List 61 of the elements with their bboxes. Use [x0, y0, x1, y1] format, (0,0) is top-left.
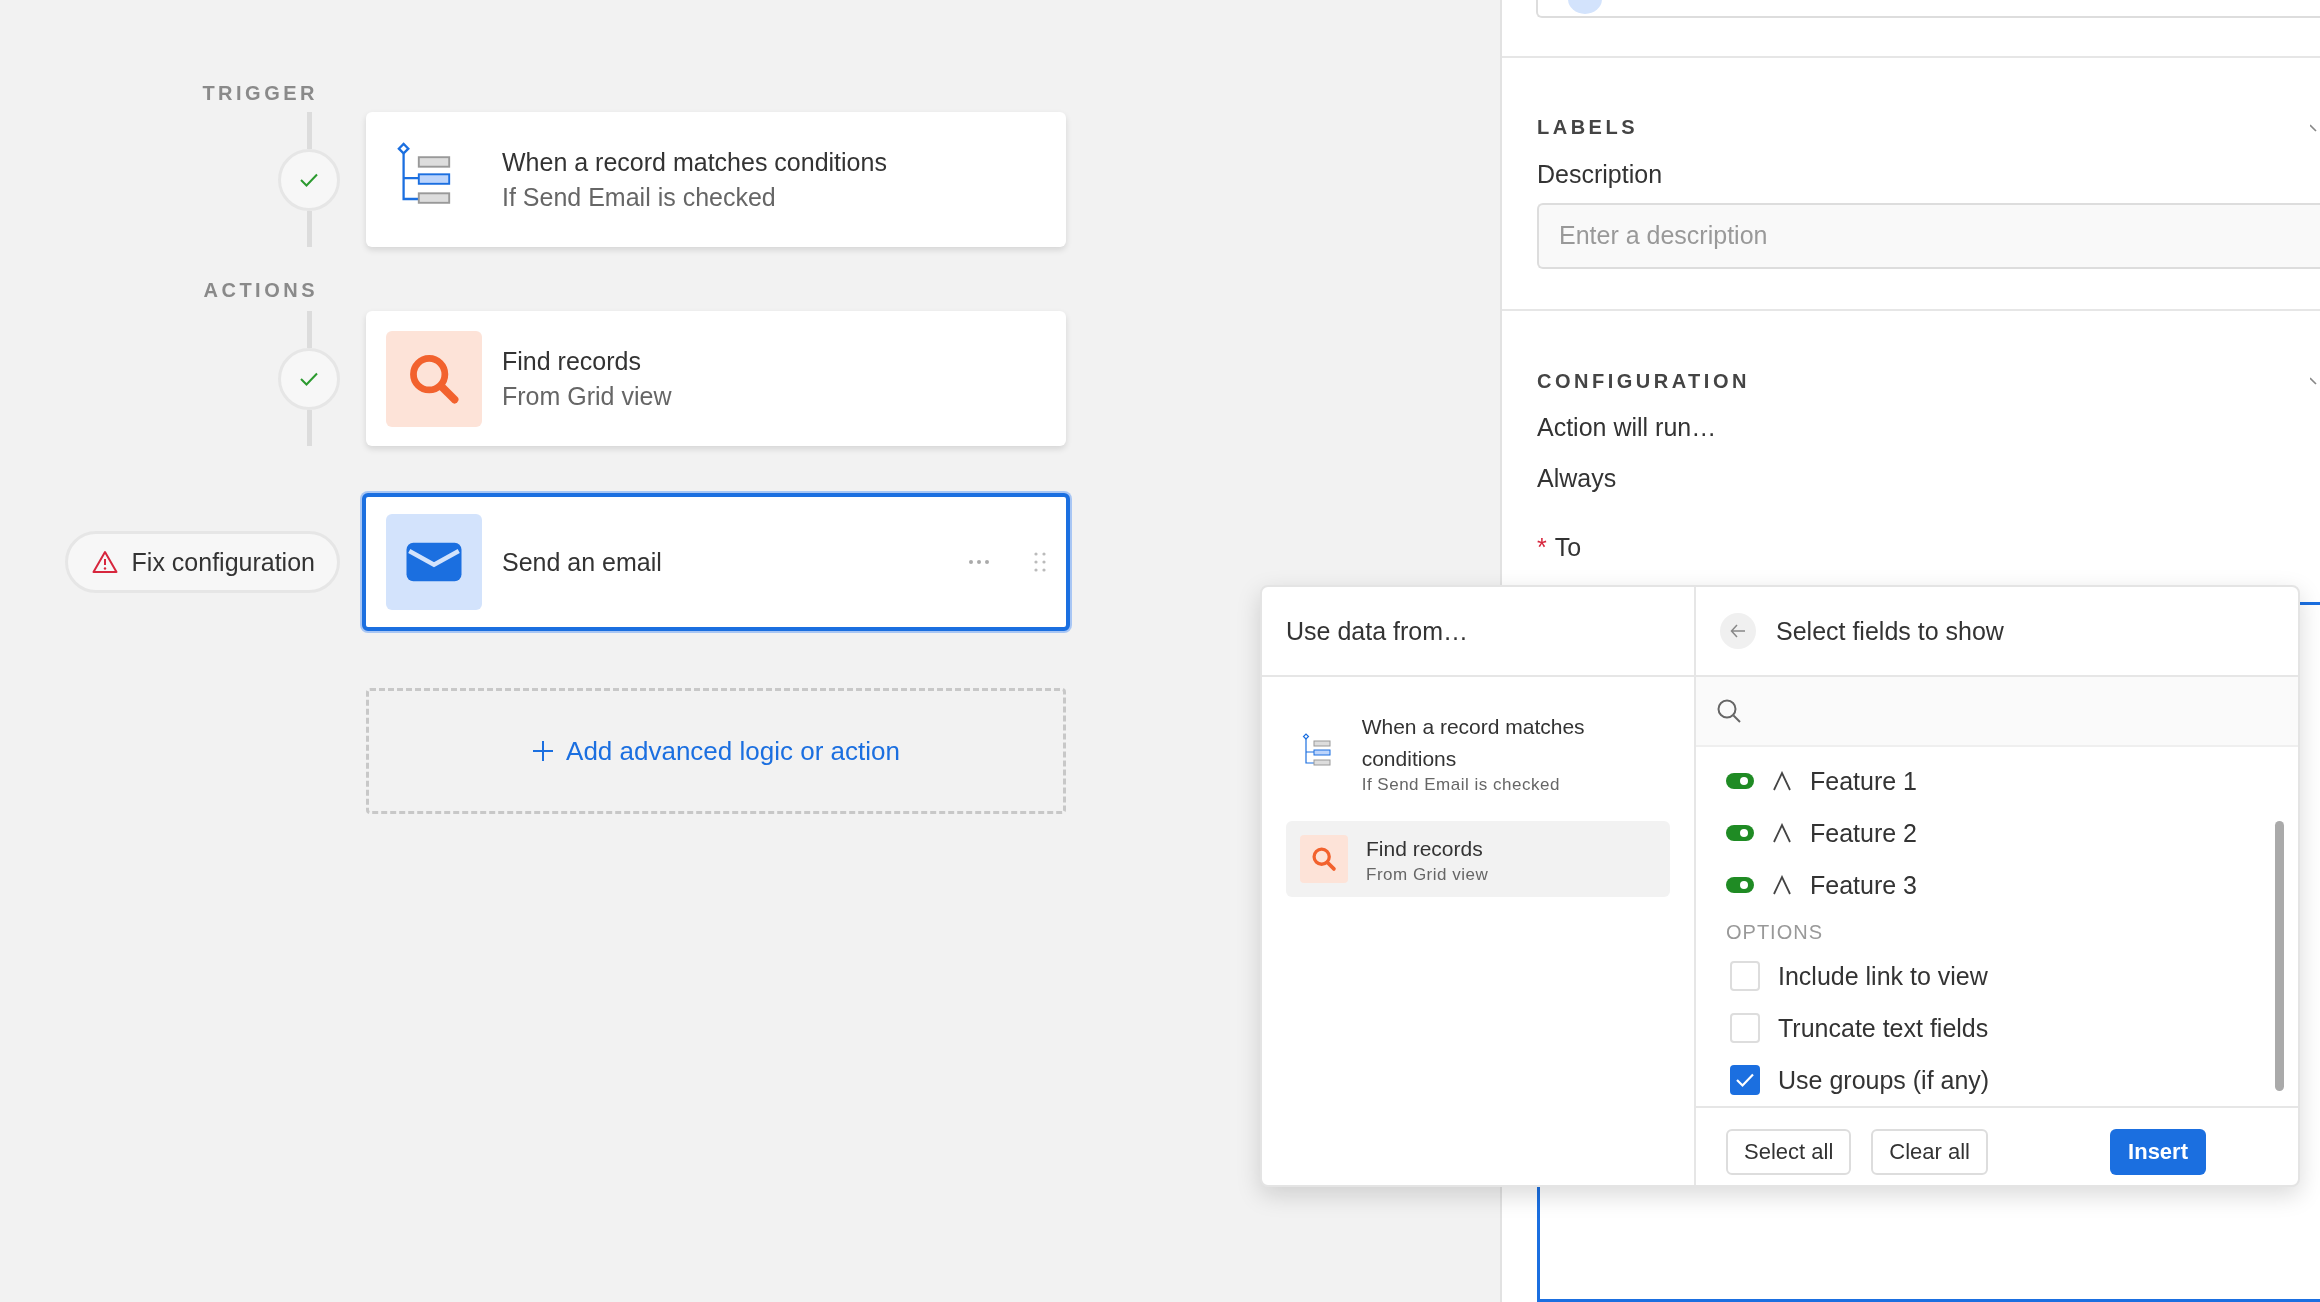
section-heading: LABELS	[1537, 116, 1638, 140]
popup-title: Use data from…	[1286, 616, 1468, 646]
back-button[interactable]	[1720, 613, 1756, 649]
insert-button[interactable]: Insert	[2110, 1129, 2206, 1175]
fix-configuration-button[interactable]: Fix configuration	[64, 531, 340, 593]
options-heading: OPTIONS	[1726, 921, 1824, 944]
toggle-switch[interactable]	[1726, 773, 1754, 789]
secondary-button[interactable]: Clear all	[1871, 1129, 1988, 1175]
secondary-button[interactable]: Select all	[1726, 1129, 1852, 1175]
source-subtitle: If Send Email is checked	[1361, 775, 1561, 795]
checkbox[interactable]	[1730, 1065, 1760, 1095]
checkmark-icon	[299, 370, 319, 387]
section-heading: CONFIGURATION	[1537, 369, 1750, 393]
text-field-icon	[1772, 771, 1792, 791]
description-field[interactable]: Enter a description	[1537, 202, 2320, 269]
toggle-switch[interactable]	[1726, 825, 1754, 841]
source-item[interactable]: When a record matches conditions If Send Email is checked	[1286, 699, 1670, 807]
text-field-icon	[1772, 875, 1792, 895]
field-value: Always	[1537, 464, 1618, 493]
add-action-button[interactable]: Add advanced logic or action	[366, 688, 1066, 814]
back-arrow-icon	[1730, 624, 1746, 638]
source-item[interactable]: Find records From Grid view	[1286, 821, 1670, 897]
search-icon	[1310, 845, 1338, 873]
checkbox[interactable]	[1730, 961, 1760, 991]
step-title: When a record matches conditions	[502, 147, 888, 177]
option-label: Truncate text fields	[1778, 1013, 1989, 1043]
warning-icon	[91, 550, 118, 574]
field-label: Action will run…	[1537, 413, 1718, 442]
drag-handle-icon[interactable]	[1034, 551, 1046, 573]
search-icon	[1716, 698, 1742, 724]
section-label: ACTIONS	[203, 278, 318, 303]
popup-title: Select fields to show	[1776, 616, 2004, 646]
step-card[interactable]: Send an email	[362, 493, 1070, 631]
step-card[interactable]: When a record matches conditions If Send Email is checked	[366, 112, 1066, 247]
step-subtitle: From Grid view	[502, 381, 673, 411]
step-card[interactable]: Find records From Grid view	[366, 311, 1066, 446]
checkmark-icon	[1735, 1072, 1755, 1088]
text-field[interactable]	[1536, 0, 2320, 18]
text-field-icon	[1772, 823, 1792, 843]
required-mark: *	[1537, 533, 1547, 562]
section-label: TRIGGER	[202, 81, 318, 106]
checkmark-icon	[299, 171, 319, 188]
field-name: Feature 2	[1810, 818, 1917, 848]
step-title: Find records	[502, 346, 642, 376]
step-title: Send an email	[502, 547, 663, 577]
source-subtitle: From Grid view	[1366, 865, 1489, 885]
field-label: To	[1554, 533, 1582, 562]
step-subtitle: If Send Email is checked	[502, 182, 777, 212]
more-icon[interactable]	[968, 559, 990, 565]
option-label: Include link to view	[1778, 961, 1988, 991]
field-label: Description	[1537, 159, 1664, 189]
checkbox[interactable]	[1730, 1013, 1760, 1043]
scrollbar[interactable]	[2275, 821, 2284, 1091]
option-label: Use groups (if any)	[1778, 1065, 1990, 1095]
source-title: When a record matches conditions	[1361, 714, 1586, 772]
search-field[interactable]	[1696, 677, 2298, 747]
plus-icon	[532, 740, 555, 762]
field-name: Feature 3	[1810, 870, 1917, 900]
field-name: Feature 1	[1810, 766, 1917, 796]
toggle-switch[interactable]	[1726, 877, 1754, 893]
source-title: Find records	[1366, 836, 1484, 862]
